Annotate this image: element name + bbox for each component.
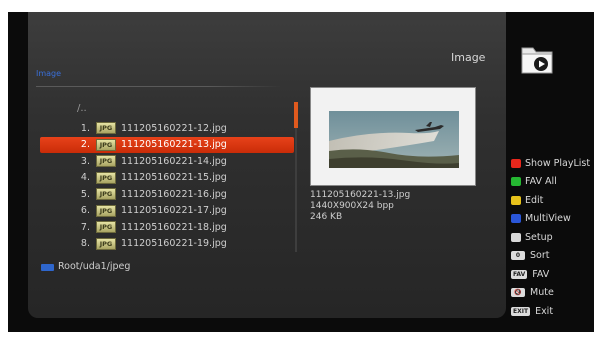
legend-label: Sort <box>530 250 550 262</box>
parent-folder-item[interactable]: /.. <box>77 103 87 114</box>
file-name: 111205160221-19.jpg <box>121 238 227 250</box>
legend-item[interactable]: Show PlayList <box>511 154 590 173</box>
info-filename: 111205160221-13.jpg <box>310 190 411 200</box>
file-info: 111205160221-13.jpg 1440X900X24 bpp 246 … <box>310 190 410 223</box>
jpg-file-icon: JPG <box>96 138 116 151</box>
image-preview <box>310 87 476 186</box>
legend-label: Edit <box>525 194 544 206</box>
info-resolution: 1440X900X24 bpp <box>310 201 394 211</box>
file-list-item[interactable]: 6. JPG 111205160221-17.jpg <box>40 203 294 220</box>
jpg-file-icon: JPG <box>96 188 116 201</box>
jpg-file-icon: JPG <box>96 122 116 135</box>
file-name: 111205160221-16.jpg <box>121 188 227 200</box>
file-list-item[interactable]: 7. JPG 111205160221-18.jpg <box>40 219 294 236</box>
color-key-icon <box>511 195 521 205</box>
legend-item[interactable]: 🔇 Mute <box>511 284 590 303</box>
file-name: 111205160221-15.jpg <box>121 172 227 184</box>
color-key-icon <box>511 232 521 242</box>
legend-item[interactable]: 0 Sort <box>511 247 590 266</box>
legend-item[interactable]: FAV FAV <box>511 265 590 284</box>
file-name: 111205160221-14.jpg <box>121 155 227 167</box>
file-list-item[interactable]: 3. JPG 111205160221-14.jpg <box>40 153 294 170</box>
legend-label: Setup <box>525 231 553 243</box>
file-index: 2. <box>80 139 90 151</box>
current-path: Root/uda1/jpeg <box>58 261 131 272</box>
file-index: 8. <box>80 238 90 250</box>
file-list-item[interactable]: 8. JPG 111205160221-19.jpg <box>40 236 294 253</box>
file-name: 111205160221-12.jpg <box>121 122 227 134</box>
file-list-item[interactable]: 4. JPG 111205160221-15.jpg <box>40 170 294 187</box>
remote-key-icon: 0 <box>511 251 525 261</box>
remote-key-icon: FAV <box>511 269 528 279</box>
file-list-item[interactable]: 2. JPG 111205160221-13.jpg <box>40 136 294 153</box>
file-list: 1. JPG 111205160221-12.jpg 2. JPG 11120516022… <box>40 120 294 252</box>
jpg-file-icon: JPG <box>96 171 116 184</box>
remote-key-icon: 🔇 <box>511 288 525 298</box>
jpg-file-icon: JPG <box>96 155 116 168</box>
legend-label: MultiView <box>525 213 571 225</box>
file-index: 7. <box>80 221 90 233</box>
preview-thumbnail <box>329 111 459 168</box>
file-name: 111205160221-18.jpg <box>121 221 227 233</box>
file-index: 3. <box>80 155 90 167</box>
breadcrumb: Image <box>36 69 62 78</box>
jpg-file-icon: JPG <box>96 204 116 217</box>
legend-label: FAV All <box>525 176 557 188</box>
legend-label: Exit <box>535 305 554 317</box>
file-name: 111205160221-13.jpg <box>121 139 227 151</box>
legend-item[interactable]: Edit <box>511 191 590 210</box>
scrollbar-thumb[interactable] <box>294 102 298 128</box>
legend-label: FAV <box>532 268 550 280</box>
file-list-item[interactable]: 1. JPG 111205160221-12.jpg <box>40 120 294 137</box>
legend-item[interactable]: EXIT Exit <box>511 302 590 321</box>
legend-label: Show PlayList <box>525 157 591 169</box>
jpg-file-icon: JPG <box>96 237 116 250</box>
button-legend: Show PlayList FAV All Edit MultiView Setup 0 S… <box>511 154 590 321</box>
info-size: 246 KB <box>310 212 343 222</box>
color-key-icon <box>511 177 521 187</box>
page-title: Image <box>451 51 486 64</box>
file-list-item[interactable]: 5. JPG 111205160221-16.jpg <box>40 186 294 203</box>
legend-item[interactable]: MultiView <box>511 210 590 229</box>
file-index: 5. <box>80 188 90 200</box>
legend-item[interactable]: FAV All <box>511 173 590 192</box>
usb-drive-icon <box>41 264 54 271</box>
legend-label: Mute <box>530 287 554 299</box>
folder-play-icon <box>521 47 553 74</box>
remote-key-icon: EXIT <box>511 306 531 316</box>
file-index: 4. <box>80 172 90 184</box>
legend-item[interactable]: Setup <box>511 228 590 247</box>
jpg-file-icon: JPG <box>96 221 116 234</box>
file-name: 111205160221-17.jpg <box>121 205 227 217</box>
color-key-icon <box>511 158 521 168</box>
color-key-icon <box>511 214 521 224</box>
file-index: 6. <box>80 205 90 217</box>
divider <box>36 86 282 87</box>
file-index: 1. <box>80 122 90 134</box>
